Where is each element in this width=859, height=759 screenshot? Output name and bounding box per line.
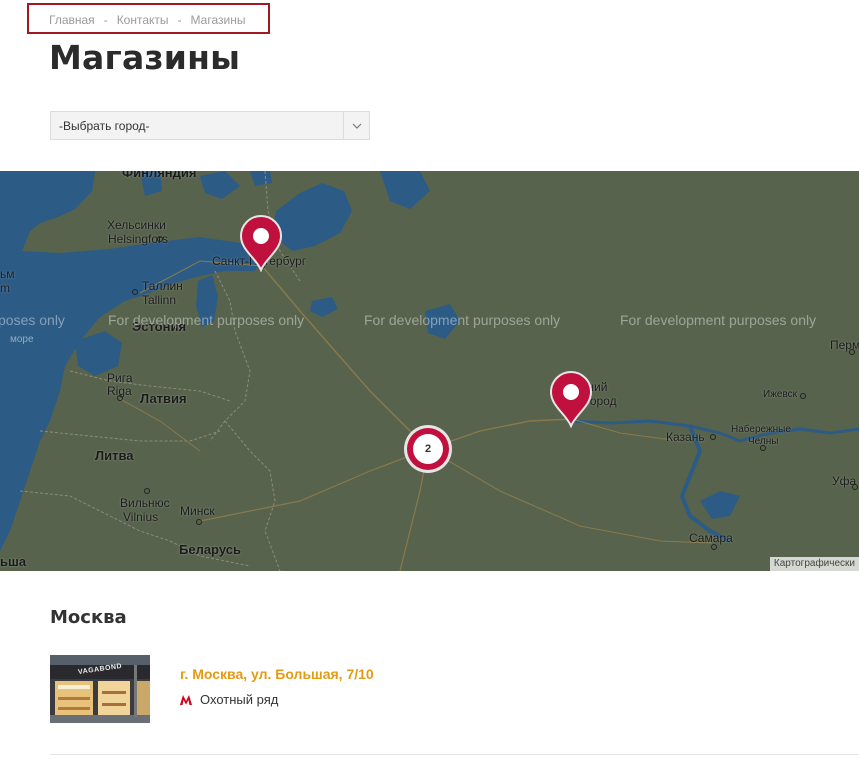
- city-dot-samara: [711, 544, 717, 550]
- divider: [50, 754, 859, 755]
- map-label-vilnius: Вильнюс: [120, 496, 170, 510]
- map-label-lithuania: Литва: [95, 448, 134, 463]
- city-dot-vilnius: [144, 488, 150, 494]
- city-dot-izhevsk: [800, 393, 806, 399]
- cluster-count: 2: [424, 443, 432, 455]
- map-dev-watermark: poses only: [0, 312, 65, 328]
- map-dev-watermark: For development purposes only: [108, 312, 305, 328]
- city-dot-chelny: [760, 445, 766, 451]
- breadcrumb-link-contacts[interactable]: Контакты: [117, 13, 169, 27]
- breadcrumb-link-home[interactable]: Главная: [49, 13, 95, 27]
- breadcrumb-current: Магазины: [190, 13, 246, 27]
- map-label-minsk: Минск: [180, 504, 215, 518]
- metro-icon: [180, 694, 192, 705]
- map-attribution[interactable]: Картографически: [769, 557, 859, 571]
- city-select[interactable]: -Выбрать город-: [50, 111, 370, 140]
- map-label-poland: ьша: [0, 554, 27, 569]
- store-item: VAGABOND г. Москва, ул. Большая, 7/10 Ох…: [50, 655, 859, 725]
- page-title: Магазины: [49, 38, 241, 77]
- map-pin-icon: [239, 215, 283, 272]
- map-label-stockholm-en: m: [0, 281, 10, 295]
- store-metro-name: Охотный ряд: [200, 692, 279, 707]
- store-map[interactable]: Финляндия Хельсинки Helsingfors Санкт-Пе…: [0, 171, 859, 571]
- city-dot-tallinn: [132, 289, 138, 295]
- map-label-tallinn: Таллин: [142, 279, 183, 293]
- map-label-tallinn-en: Tallinn: [142, 293, 177, 307]
- store-metro: Охотный ряд: [180, 692, 278, 707]
- city-dot-minsk: [196, 519, 202, 525]
- map-dev-watermark: For development purposes only: [620, 312, 817, 328]
- breadcrumb-separator: -: [103, 13, 108, 27]
- map-pin-icon: [549, 371, 593, 428]
- city-dot-perm: [849, 349, 855, 355]
- map-label-belarus: Беларусь: [179, 542, 241, 557]
- map-label-vilnius-en: Vilnius: [123, 510, 159, 524]
- map-label-stockholm: ьм: [0, 267, 15, 281]
- map-label-samara: Самара: [689, 531, 733, 545]
- city-dot-helsinki: [157, 236, 163, 242]
- map-marker-nnovgorod[interactable]: [548, 370, 594, 428]
- breadcrumb-separator: -: [177, 13, 182, 27]
- city-dot-riga: [117, 395, 123, 401]
- map-label-kazan: Казань: [666, 430, 705, 444]
- city-dot-kazan: [710, 434, 716, 440]
- city-dot-ufa: [852, 484, 858, 490]
- map-label-latvia: Латвия: [140, 391, 187, 406]
- map-label-izhevsk: Ижевск: [763, 389, 798, 400]
- map-marker-spb[interactable]: [238, 214, 284, 272]
- map-label-sea: море: [10, 334, 34, 345]
- map-label-helsinki: Хельсинки: [107, 218, 166, 232]
- breadcrumb: Главная - Контакты - Магазины: [49, 13, 245, 27]
- map-label-riga: Рига: [107, 371, 133, 385]
- map-cluster-marker[interactable]: 2: [402, 423, 454, 475]
- city-section-title: Москва: [50, 607, 127, 628]
- map-label-finland: Финляндия: [122, 171, 197, 180]
- chevron-down-icon[interactable]: [343, 112, 369, 139]
- city-select-value: -Выбрать город-: [59, 119, 150, 133]
- store-photo[interactable]: VAGABOND: [50, 655, 150, 723]
- map-label-chelny-1: Набережные: [731, 424, 791, 435]
- map-dev-watermark: For development purposes only: [364, 312, 561, 328]
- store-address-link[interactable]: г. Москва, ул. Большая, 7/10: [180, 666, 374, 682]
